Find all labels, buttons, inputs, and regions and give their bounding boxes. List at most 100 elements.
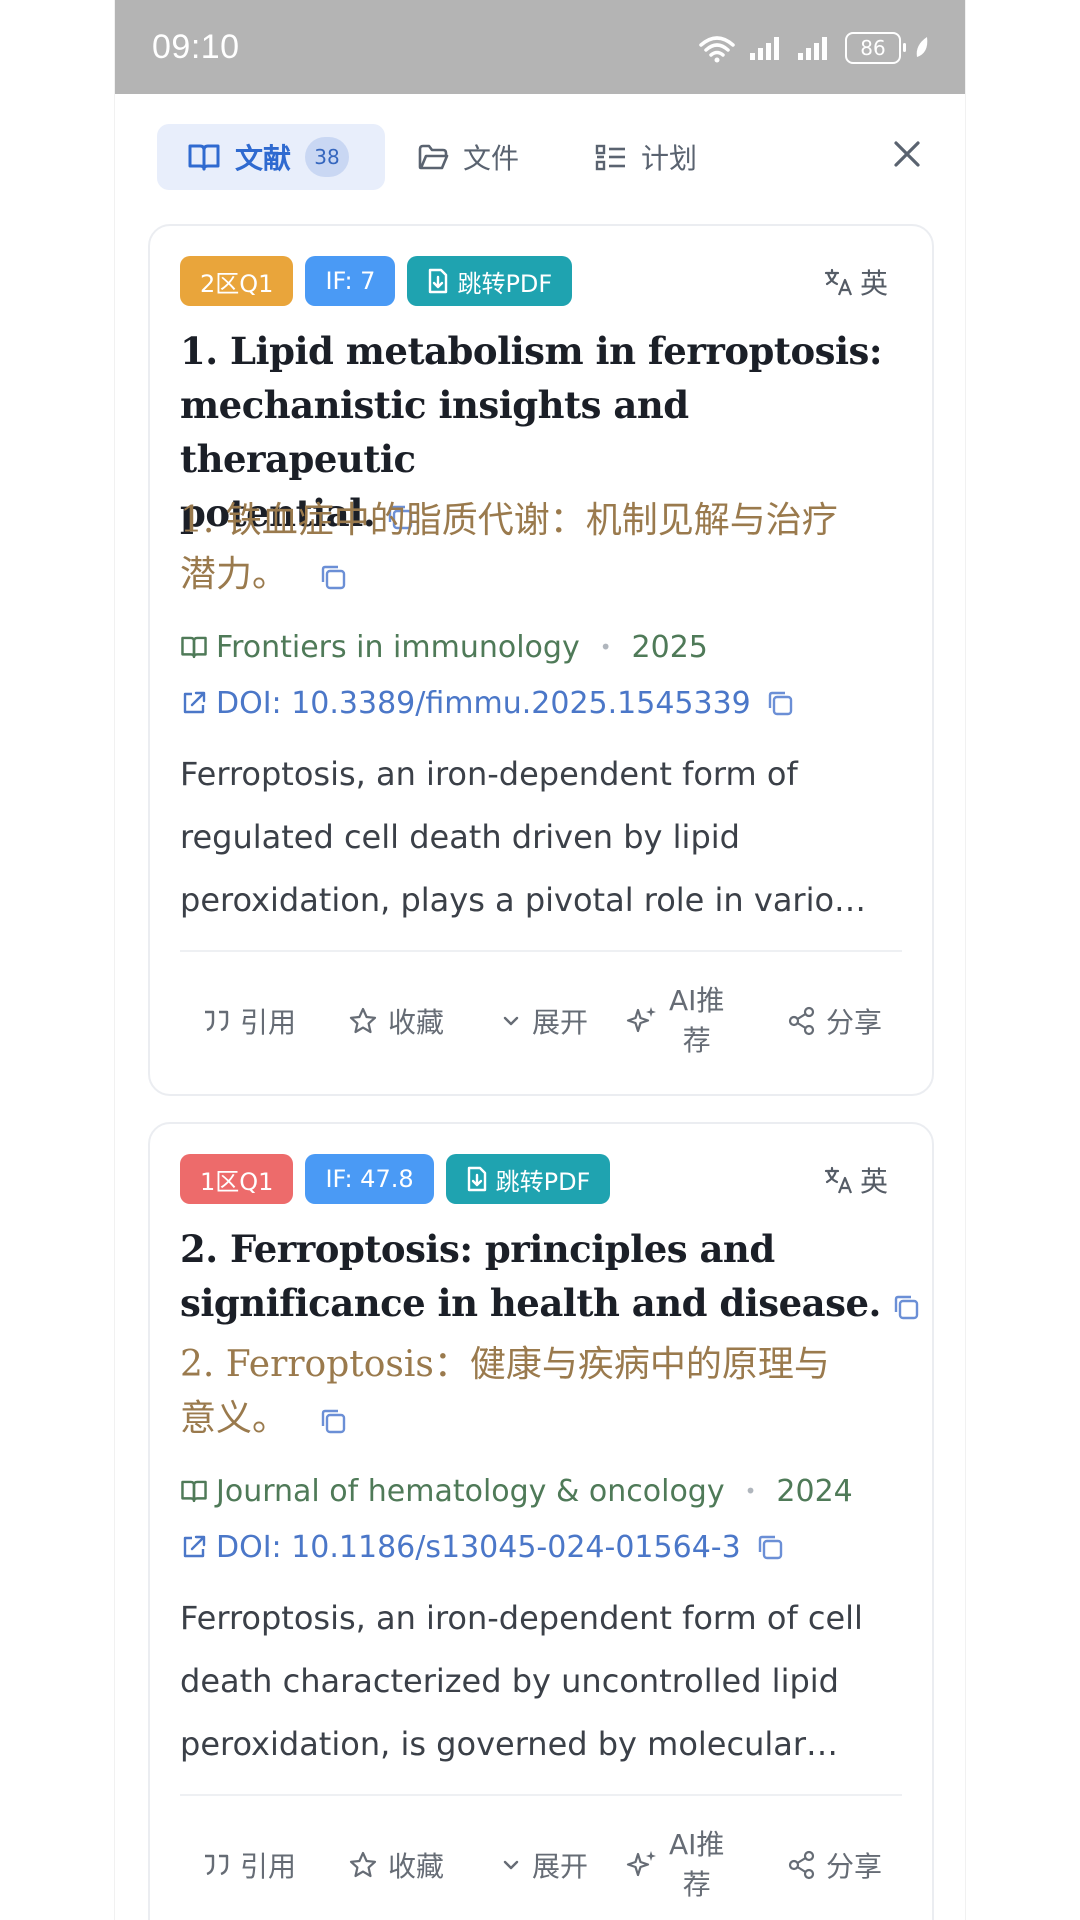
tab-plan[interactable]: 计划: [595, 124, 745, 190]
download-file-icon: [429, 268, 448, 294]
abstract-line: peroxidation, plays a pivotal role in va…: [180, 881, 867, 919]
signal-icon: [750, 37, 779, 60]
title-en-line: mechanistic insights and therapeutic: [180, 383, 689, 481]
right-margin: [965, 0, 1080, 1920]
quote-icon: [205, 1854, 229, 1876]
translate-label: 英: [859, 267, 888, 300]
battery-indicator: 86: [845, 32, 906, 64]
tab-plan-label: 计划: [641, 142, 698, 175]
ai-label-line: AI推: [669, 984, 725, 1017]
external-link-icon: [183, 691, 206, 714]
jump-pdf-label: 跳转PDF: [457, 269, 553, 298]
cite-label: 引用: [240, 1006, 297, 1039]
share-button[interactable]: 分享: [788, 966, 882, 1076]
jump-pdf-button[interactable]: 跳转PDF: [407, 256, 573, 306]
paper-abstract: Ferroptosis, an iron-dependent form of r…: [180, 743, 908, 932]
share-label: 分享: [826, 1006, 883, 1039]
tab-files-label: 文件: [463, 142, 520, 175]
jump-pdf-label: 跳转PDF: [495, 1167, 591, 1196]
sparkle-icon: [626, 1851, 656, 1877]
expand-label: 展开: [532, 1850, 589, 1883]
translate-toggle[interactable]: 英: [824, 1160, 888, 1200]
doi-link[interactable]: DOI: 10.1186/s13045-024-01564-3: [180, 1526, 912, 1568]
ai-label-line: 荐: [682, 1024, 711, 1057]
paper-badges: 1区Q1 IF: 47.8 跳转PDF: [180, 1154, 611, 1204]
journal-info: Journal of hematology & oncology • 2024: [180, 1470, 912, 1512]
sparkle-icon: [626, 1007, 656, 1033]
download-file-icon: [467, 1166, 486, 1192]
separator-dot: •: [599, 635, 612, 659]
jump-pdf-button[interactable]: 跳转PDF: [445, 1154, 611, 1204]
journal-name: Frontiers in immunology: [216, 629, 580, 665]
copy-icon[interactable]: [891, 1292, 921, 1322]
cite-button[interactable]: 引用: [202, 1810, 296, 1920]
share-button[interactable]: 分享: [788, 1810, 882, 1920]
paper-actions: 引用 收藏 展开 AI推 荐 分享: [150, 966, 932, 1076]
abstract-line: Ferroptosis, an iron-dependent form of: [180, 755, 798, 793]
card-divider: [180, 1794, 902, 1796]
star-icon: [349, 1851, 377, 1878]
impact-factor-badge: IF: 7: [305, 256, 396, 306]
external-link-icon: [183, 1535, 206, 1558]
abstract-line: death characterized by uncontrolled lipi…: [180, 1662, 839, 1700]
paper-card: 1区Q1 IF: 47.8 跳转PDF 英 2. Ferroptosis: pr…: [148, 1122, 934, 1920]
paper-badges: 2区Q1 IF: 7 跳转PDF: [180, 256, 573, 306]
cite-label: 引用: [240, 1850, 297, 1883]
ai-recommend-button[interactable]: AI推 荐: [625, 1810, 724, 1920]
expand-button[interactable]: 展开: [500, 1810, 588, 1920]
paper-abstract: Ferroptosis, an iron-dependent form of c…: [180, 1587, 908, 1776]
card-divider: [180, 950, 902, 952]
tab-files[interactable]: 文件: [417, 124, 567, 190]
status-time: 09:10: [152, 28, 240, 66]
paper-card: 2区Q1 IF: 7 跳转PDF 英 1. Lipid metabolism i…: [148, 224, 934, 1096]
share-icon: [788, 1850, 815, 1880]
star-icon: [349, 1007, 377, 1034]
left-margin: [0, 0, 115, 1920]
favorite-label: 收藏: [388, 1850, 445, 1883]
favorite-label: 收藏: [388, 1006, 445, 1039]
paper-title-zh: 1. 铁血症中的脂质代谢：机制见解与治疗 潜力。: [180, 494, 902, 602]
signal-icon-2: [798, 37, 827, 60]
share-label: 分享: [826, 1850, 883, 1883]
status-bar: 09:10 86: [115, 0, 965, 94]
journal-book-icon: [181, 1480, 207, 1503]
ai-recommend-label: AI推 荐: [669, 981, 724, 1061]
wifi-icon: [699, 36, 735, 63]
abstract-line: regulated cell death driven by lipid: [180, 818, 740, 856]
tab-literature-label: 文献: [235, 142, 292, 175]
close-icon[interactable]: [887, 134, 927, 174]
title-en-line: 2. Ferroptosis: principles and: [180, 1227, 775, 1271]
translate-icon: [824, 1166, 853, 1194]
app-screen: 09:10 86 文献 38 文件 计划 2区Q1 IF: 7 跳转PDF 英 …: [115, 0, 965, 1920]
title-en-line: significance in health and disease.: [180, 1281, 881, 1325]
copy-icon[interactable]: [318, 1406, 348, 1436]
favorite-button[interactable]: 收藏: [348, 1810, 444, 1920]
paper-actions: 引用 收藏 展开 AI推 荐 分享: [150, 1810, 932, 1920]
ai-recommend-button[interactable]: AI推 荐: [625, 966, 724, 1076]
title-en-line: 1. Lipid metabolism in ferroptosis:: [180, 329, 883, 373]
translate-toggle[interactable]: 英: [824, 262, 888, 302]
chevron-down-icon: [503, 1860, 519, 1870]
impact-factor-badge: IF: 47.8: [305, 1154, 434, 1204]
tab-literature[interactable]: 文献 38: [157, 124, 385, 190]
cite-button[interactable]: 引用: [202, 966, 296, 1076]
journal-info: Frontiers in immunology • 2025: [180, 626, 912, 668]
doi-text: DOI: 10.1186/s13045-024-01564-3: [216, 1529, 741, 1565]
tab-bar: 文献 38 文件 计划: [115, 94, 965, 222]
favorite-button[interactable]: 收藏: [348, 966, 444, 1076]
title-zh-line: 1. 铁血症中的脂质代谢：机制见解与治疗: [180, 500, 838, 541]
translate-icon: [824, 268, 853, 296]
copy-icon[interactable]: [755, 1532, 785, 1562]
expand-button[interactable]: 展开: [500, 966, 588, 1076]
ai-label-line: AI推: [669, 1828, 725, 1861]
copy-icon[interactable]: [318, 562, 348, 592]
chevron-down-icon: [503, 1016, 519, 1026]
doi-link[interactable]: DOI: 10.3389/fimmu.2025.1545339: [180, 682, 912, 724]
translate-label: 英: [859, 1165, 888, 1198]
title-zh-line: 潜力。: [180, 554, 289, 595]
journal-name: Journal of hematology & oncology: [216, 1473, 725, 1509]
copy-icon[interactable]: [765, 688, 795, 718]
zone-badge: 1区Q1: [180, 1154, 294, 1204]
publication-year: 2025: [631, 629, 708, 665]
quote-icon: [205, 1010, 229, 1032]
